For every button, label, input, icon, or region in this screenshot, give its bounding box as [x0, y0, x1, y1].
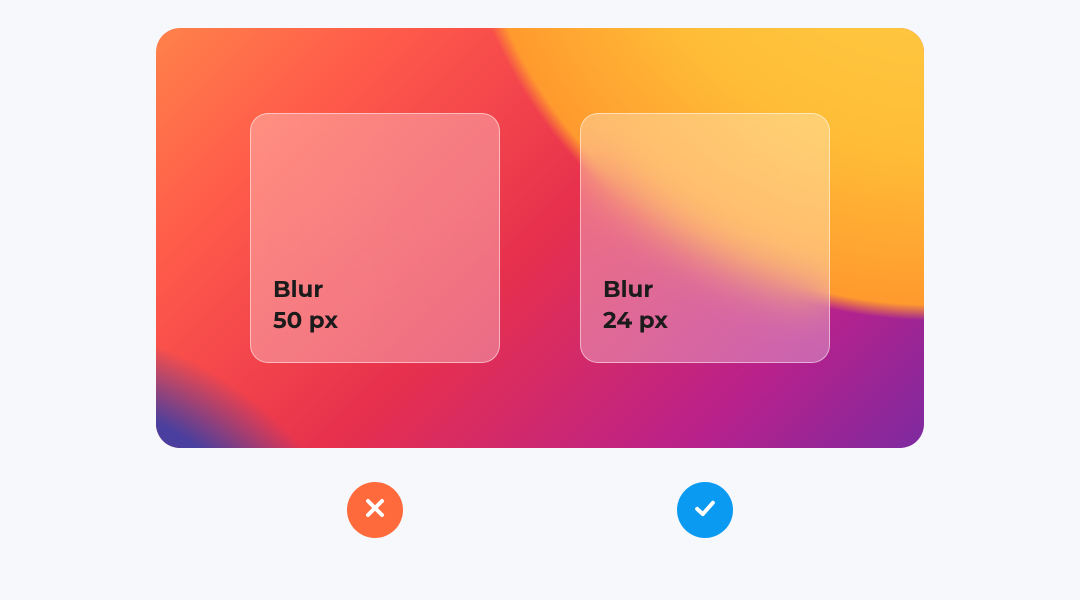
- indicator-col-wrong: [250, 482, 500, 538]
- cards-row: Blur 50 px Blur 24 px: [156, 28, 924, 448]
- wrong-badge: [347, 482, 403, 538]
- card-title: Blur: [273, 274, 477, 305]
- indicator-col-correct: [580, 482, 830, 538]
- indicator-row: [156, 482, 924, 538]
- cross-icon: [361, 494, 389, 527]
- glass-card-wrong: Blur 50 px: [250, 113, 500, 363]
- card-value: 50 px: [273, 305, 477, 336]
- card-title: Blur: [603, 274, 807, 305]
- correct-badge: [677, 482, 733, 538]
- glass-card-correct: Blur 24 px: [580, 113, 830, 363]
- check-icon: [691, 494, 719, 527]
- card-value: 24 px: [603, 305, 807, 336]
- example-stage: Blur 50 px Blur 24 px: [156, 28, 924, 448]
